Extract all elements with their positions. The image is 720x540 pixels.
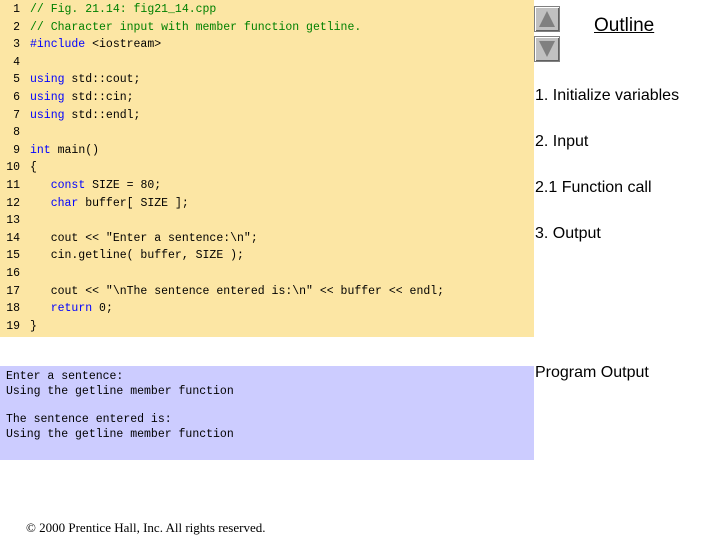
code-token: SIZE = 80; (85, 179, 162, 192)
code-token: cout << "\nThe sentence entered is:\n" <… (30, 284, 445, 298)
line-number: 17 (6, 284, 20, 298)
outline-item-function-call: 2.1 Function call (535, 179, 652, 196)
code-text: using std::endl; (30, 107, 140, 124)
output-line: The sentence entered is: (6, 413, 172, 426)
code-text: cin.getline( buffer, SIZE ); (30, 247, 244, 264)
code-comment: // Fig. 21.14: fig21_14.cpp (30, 3, 217, 16)
code-text: const SIZE = 80; (30, 177, 161, 194)
code-text: char buffer[ SIZE ]; (30, 195, 189, 212)
code-token: 0; (92, 302, 113, 316)
triangle-up-icon (539, 11, 555, 27)
line-number: 19 (6, 319, 20, 333)
line-number: 8 (13, 126, 20, 140)
line-number: 9 (13, 143, 20, 157)
code-token: cout << "Enter a sentence:\n"; (30, 231, 258, 245)
code-text: cout << "Enter a sentence:\n"; (30, 230, 258, 247)
line-number: 6 (13, 91, 20, 104)
line-number: 3 (13, 38, 20, 52)
line-number: 7 (13, 108, 20, 122)
triangle-down-icon (539, 41, 555, 57)
code-token: std::cout; (64, 73, 141, 87)
outline-item-input: 2. Input (535, 133, 589, 150)
code-keyword: using (30, 91, 65, 104)
line-number: 1 (13, 3, 20, 16)
code-text: cout << "\nThe sentence entered is:\n" <… (30, 283, 444, 300)
outline-item-initialize: 1. Initialize variables (535, 87, 680, 104)
output-line: Using the getline member function (6, 428, 234, 441)
next-slide-button[interactable] (534, 36, 560, 62)
code-keyword: using (30, 73, 65, 87)
code-text: // Character input with member function … (30, 19, 361, 36)
output-line: Using the getline member function (6, 385, 234, 398)
code-token: main() (50, 143, 100, 157)
code-listing-panel: 1 // Fig. 21.14: fig21_14.cpp 2 // Characte… (0, 0, 534, 337)
code-token: std::cin; (64, 91, 134, 104)
code-comment: // Character input with member function … (30, 20, 362, 34)
code-keyword: char (50, 196, 79, 210)
code-text: } (30, 318, 37, 335)
line-number: 11 (6, 179, 20, 192)
outline-item-output: 3. Output (535, 225, 601, 242)
code-text: using std::cout; (30, 71, 140, 88)
line-number: 2 (13, 20, 20, 34)
copyright-notice: © 2000 Prentice Hall, Inc. All rights re… (26, 520, 266, 535)
output-line: Enter a sentence: (6, 370, 124, 383)
code-token: } (30, 319, 37, 333)
code-text: int main() (30, 142, 99, 159)
line-number: 13 (6, 214, 20, 228)
outline-title[interactable]: Outline (594, 15, 654, 37)
code-keyword: using (30, 108, 65, 122)
code-keyword: #include (30, 38, 86, 52)
line-number: 10 (6, 161, 20, 175)
line-number: 14 (6, 231, 20, 245)
code-keyword: int (30, 143, 51, 157)
code-text: using std::cin; (30, 89, 134, 106)
line-number: 5 (13, 73, 20, 87)
code-token: std::endl; (64, 108, 141, 122)
code-text: return 0; (30, 300, 113, 317)
code-text: // Fig. 21.14: fig21_14.cpp (30, 1, 216, 18)
code-token: <iostream> (85, 38, 162, 52)
code-token: { (30, 161, 37, 175)
code-token: cin.getline( buffer, SIZE ); (30, 249, 244, 263)
program-output-label: Program Output (535, 364, 649, 381)
code-keyword: const (50, 179, 86, 192)
line-number: 15 (6, 249, 20, 263)
code-keyword: return (50, 302, 93, 316)
line-number: 18 (6, 302, 20, 316)
line-number: 16 (6, 267, 20, 280)
code-text: #include <iostream> (30, 36, 161, 53)
code-text: { (30, 159, 37, 176)
previous-slide-button[interactable] (534, 6, 560, 32)
program-output-panel: Enter a sentence: Using the getline memb… (0, 366, 534, 460)
line-number: 4 (13, 55, 20, 69)
code-token: buffer[ SIZE ]; (78, 196, 189, 210)
line-number: 12 (6, 196, 20, 210)
